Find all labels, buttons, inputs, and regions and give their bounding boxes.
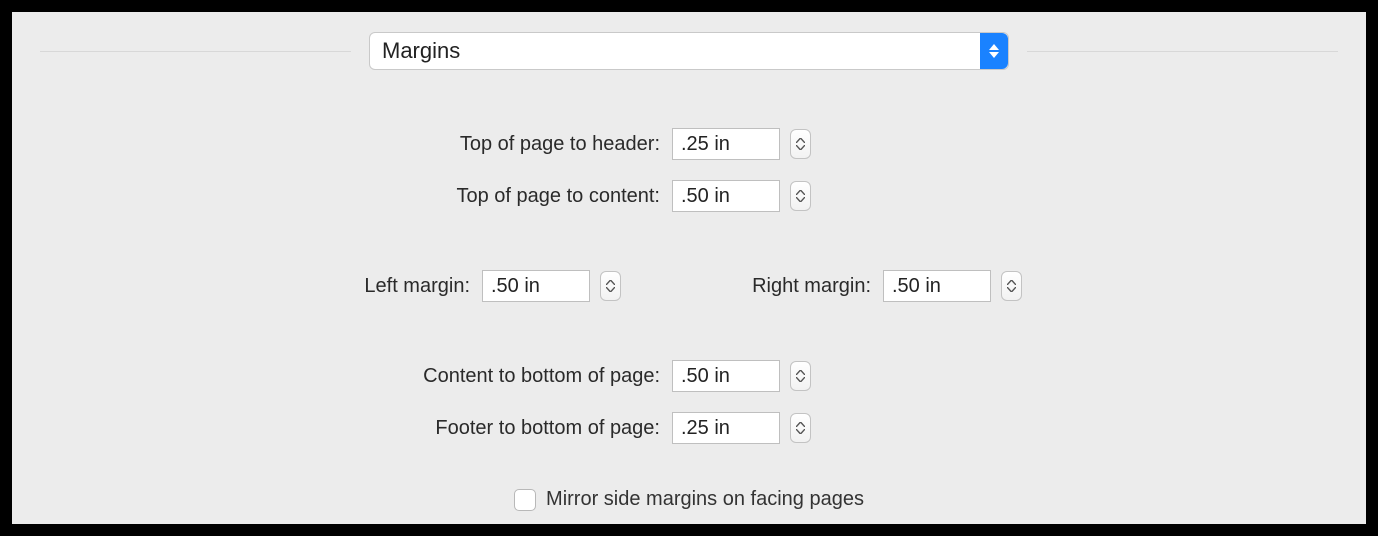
stepper-top-header[interactable] xyxy=(790,129,811,159)
input-right-margin[interactable] xyxy=(883,270,991,302)
checkbox-mirror[interactable] xyxy=(514,489,536,511)
input-left-margin[interactable] xyxy=(482,270,590,302)
input-top-header[interactable] xyxy=(672,128,780,160)
section-dropdown[interactable]: Margins xyxy=(369,32,1009,70)
chevron-updown-icon xyxy=(980,33,1008,69)
input-top-content[interactable] xyxy=(672,180,780,212)
label-content-bottom: Content to bottom of page: xyxy=(40,365,660,388)
row-top-header: Top of page to header: xyxy=(40,128,1338,160)
section-divider: Margins xyxy=(40,32,1338,70)
divider-right xyxy=(1027,51,1338,52)
stepper-right-margin[interactable] xyxy=(1001,271,1022,301)
dropdown-selected-label: Margins xyxy=(382,38,460,64)
input-footer-bottom[interactable] xyxy=(672,412,780,444)
form-area: Top of page to header: Top of page to co… xyxy=(40,128,1338,511)
row-top-content: Top of page to content: xyxy=(40,180,1338,212)
stepper-top-content[interactable] xyxy=(790,181,811,211)
stepper-footer-bottom[interactable] xyxy=(790,413,811,443)
row-mirror: Mirror side margins on facing pages xyxy=(40,488,1338,511)
input-content-bottom[interactable] xyxy=(672,360,780,392)
label-footer-bottom: Footer to bottom of page: xyxy=(40,417,660,440)
margins-panel: Margins Top of page to header: Top of pa… xyxy=(12,12,1366,524)
row-content-bottom: Content to bottom of page: xyxy=(40,360,1338,392)
label-mirror: Mirror side margins on facing pages xyxy=(546,488,864,511)
label-top-content: Top of page to content: xyxy=(40,185,660,208)
stepper-left-margin[interactable] xyxy=(600,271,621,301)
label-top-header: Top of page to header: xyxy=(40,133,660,156)
row-side-margins: Left margin: Right margin: xyxy=(40,270,1338,302)
row-footer-bottom: Footer to bottom of page: xyxy=(40,412,1338,444)
stepper-content-bottom[interactable] xyxy=(790,361,811,391)
label-right-margin: Right margin: xyxy=(701,275,871,298)
divider-left xyxy=(40,51,351,52)
label-left-margin: Left margin: xyxy=(40,275,470,298)
